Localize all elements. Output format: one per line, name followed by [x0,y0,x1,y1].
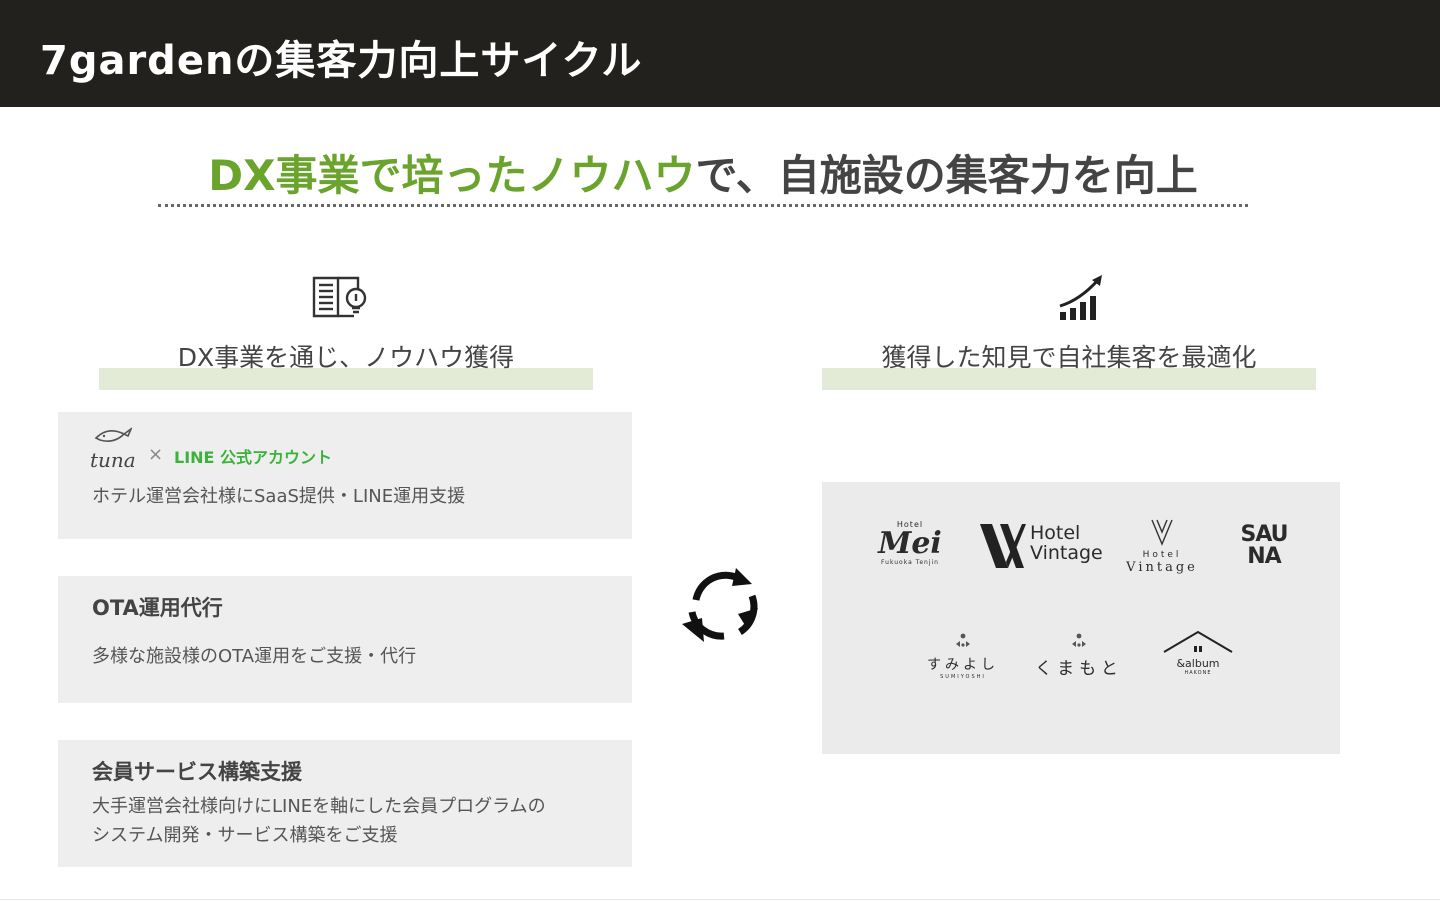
page-title: 7gardenの集客力向上サイクル [40,38,643,84]
logo-album-sub: HAKONE [1184,670,1212,676]
card-membership-desc-1: 大手運営会社様向けにLINEを軸にした会員プログラムの [92,796,546,817]
logo-mei-sub: Fukuoka Tenjin [881,559,939,566]
tuna-wordmark: tuna [90,448,136,472]
card-saas-line: tuna × LINE 公式アカウント ホテル運営会社様にSaaS提供・LINE… [58,412,632,539]
sumiyoshi-crest-icon [956,633,970,647]
right-heading-text: 獲得した知見で自社集客を最適化 [881,343,1257,372]
left-heading-text: DX事業を通じ、ノウハウ獲得 [177,343,515,372]
logo-album-hakone: &album HAKONE [1160,630,1236,676]
headline: DX事業で培ったノウハウで、自施設の集客力を向上 [158,146,1248,207]
card-membership: 会員サービス構築支援 大手運営会社様向けにLINEを軸にした会員プログラムの シ… [58,740,632,867]
tuna-logo: tuna [90,426,138,472]
refresh-cycle-icon [676,562,768,648]
bottom-divider [0,899,1440,900]
right-heading: 獲得した知見で自社集客を最適化 [822,340,1316,390]
roof-mark-icon [1163,630,1233,653]
logo-hotel-vintage-1: Hotel Vintage [978,520,1103,570]
card-saas-line-desc: ホテル運営会社様にSaaS提供・LINE運用支援 [92,486,466,507]
card-membership-desc-2: システム開発・サービス構築をご支援 [92,825,398,846]
logo-vintage1-vintage: Vintage [1030,542,1103,564]
card-ota: OTA運用代行 多様な施設様のOTA運用をご支援・代行 [58,576,632,703]
logo-sauna-wordmark: SAUNA [1240,522,1288,569]
logo-vintage2-vintage: Vintage [1126,560,1198,575]
line-official-logo: LINE 公式アカウント [174,448,333,467]
times-sign: × [148,444,164,465]
left-heading: DX事業を通じ、ノウハウ獲得 [99,340,593,390]
logo-sumiyoshi-sub: SUMIYOSHI [940,674,986,680]
book-lightbulb-icon [310,270,372,322]
logo-kumamoto-wordmark: くまもと [1035,659,1123,679]
logo-vintage2-hotel: Hotel [1142,550,1182,560]
headline-rest: で、自施設の集客力を向上 [695,151,1198,200]
logo-mei-wordmark: Mei [878,526,942,561]
logo-album-wordmark: &album [1176,657,1220,670]
growth-chart-icon [1056,272,1106,322]
logo-sumiyoshi-wordmark: すみよし [927,657,999,673]
card-ota-title: OTA運用代行 [92,596,223,620]
card-membership-title: 会員サービス構築支援 [92,760,302,784]
logo-sumiyoshi: すみよし SUMIYOSHI [920,632,1006,680]
logo-hotel-mei: Hotel Mei Fukuoka Tenjin [872,520,948,566]
header-bar: 7gardenの集客力向上サイクル [0,0,1440,107]
vintage-v-mark-icon [980,524,1026,568]
hotel-logos-panel: Hotel Mei Fukuoka Tenjin Hotel Vintage H… [822,482,1340,754]
headline-highlight: DX事業で培ったノウハウ [208,151,696,200]
logo-vintage1-hotel: Hotel [1030,522,1081,544]
logo-hotel-vintage-2: Hotel Vintage [1124,518,1200,575]
card-ota-desc: 多様な施設様のOTA運用をご支援・代行 [92,646,417,667]
logo-sauna: SAUNA [1234,520,1294,574]
kumamoto-crest-icon [1072,633,1086,647]
logo-kumamoto: くまもと [1034,632,1124,679]
vintage-monogram-icon [1151,519,1173,546]
fish-icon [94,427,132,442]
